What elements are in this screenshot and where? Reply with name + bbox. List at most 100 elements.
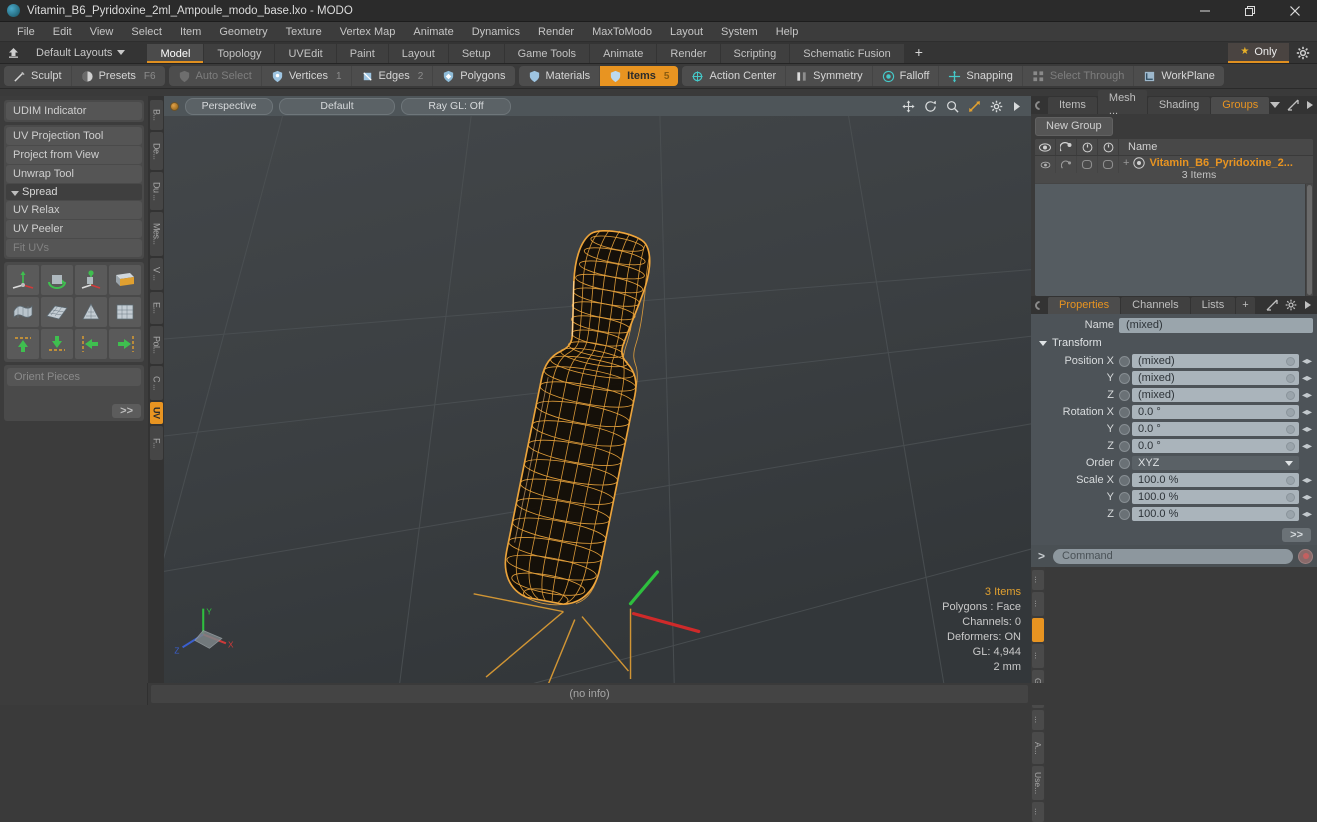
add-tab-button[interactable]: + [905, 44, 933, 63]
key-dot-icon[interactable] [1286, 373, 1295, 383]
menu-select[interactable]: Select [122, 23, 171, 41]
row-visible-toggle[interactable] [1035, 156, 1056, 173]
menu-system[interactable]: System [712, 23, 767, 41]
menu-help[interactable]: Help [767, 23, 808, 41]
key-dot-icon[interactable] [1286, 441, 1295, 451]
uv-cone-icon[interactable] [75, 297, 107, 327]
restore-icon[interactable] [1227, 0, 1272, 21]
select-through-button[interactable]: Select Through [1023, 66, 1135, 86]
minimize-icon[interactable] [1182, 0, 1227, 21]
tab-channels[interactable]: Channels [1121, 296, 1190, 314]
home-icon[interactable] [0, 46, 26, 59]
groups-scrollbar[interactable] [1305, 184, 1313, 296]
rotation-y-stepper[interactable]: ◂▸ [1299, 424, 1315, 435]
groups-table-body[interactable] [1035, 184, 1313, 296]
gear-icon[interactable] [990, 100, 1003, 113]
key-dot-icon[interactable] [1286, 509, 1295, 519]
chevron-right-icon[interactable] [1304, 300, 1312, 310]
menu-maxtomodo[interactable]: MaxToModo [583, 23, 661, 41]
viewport-menu-dot[interactable] [170, 101, 179, 111]
spread-section[interactable]: Spread [6, 184, 142, 200]
tab-setup[interactable]: Setup [448, 44, 504, 63]
uv-align-left-icon[interactable] [75, 329, 107, 359]
viewport-raygl-dropdown[interactable]: Ray GL: Off [401, 97, 511, 115]
rtab-9[interactable]: ... [1032, 802, 1044, 822]
zoom-icon[interactable] [946, 100, 959, 113]
tab-properties[interactable]: Properties [1048, 296, 1121, 314]
chevron-down-icon[interactable] [1270, 101, 1281, 109]
uv-grid-icon[interactable] [41, 297, 73, 327]
position-y-field[interactable]: (mixed) [1132, 371, 1299, 385]
scale-z-field[interactable]: 100.0 % [1132, 507, 1299, 521]
items-button[interactable]: Items 5 [600, 66, 679, 86]
position-x-stepper[interactable]: ◂▸ [1299, 356, 1315, 367]
rotation-y-field[interactable]: 0.0 ° [1132, 422, 1299, 436]
menu-geometry[interactable]: Geometry [210, 23, 276, 41]
expand-toggle[interactable]: + [1123, 157, 1129, 169]
rtab-active[interactable] [1032, 618, 1044, 642]
vtab-polygon[interactable]: Pol... [149, 326, 163, 364]
viewport-shading-dropdown[interactable]: Default [279, 97, 395, 115]
row-wireframe-toggle[interactable] [1098, 156, 1119, 173]
transform-section[interactable]: Transform [1031, 335, 1317, 352]
move-icon[interactable] [902, 99, 915, 113]
scale-x-field[interactable]: 100.0 % [1132, 473, 1299, 487]
rtab-animate[interactable]: A... [1032, 732, 1044, 764]
viewport-projection-dropdown[interactable]: Perspective [185, 97, 273, 115]
rotation-z-field[interactable]: 0.0 ° [1132, 439, 1299, 453]
position-z-stepper[interactable]: ◂▸ [1299, 390, 1315, 401]
udim-indicator[interactable]: UDIM Indicator [6, 102, 142, 120]
uv-relax[interactable]: UV Relax [6, 201, 142, 219]
layout-preset-dropdown[interactable]: Default Layouts [26, 47, 135, 59]
uv-flip-icon[interactable] [109, 265, 141, 295]
expand-icon[interactable] [1287, 99, 1299, 111]
tab-shading[interactable]: Shading [1147, 96, 1211, 114]
orient-pieces-field[interactable]: Orient Pieces [7, 368, 141, 386]
vtab-fusion[interactable]: F... [149, 426, 163, 460]
name-field[interactable]: (mixed) [1119, 317, 1313, 333]
rotation-z-radio[interactable] [1119, 440, 1130, 452]
table-row[interactable]: + Vitamin_B6_Pyridoxine_2... 3 Items [1035, 156, 1313, 184]
chevron-right-icon[interactable] [1012, 101, 1021, 112]
materials-button[interactable]: Materials [519, 66, 601, 86]
menu-item[interactable]: Item [171, 23, 210, 41]
scale-y-radio[interactable] [1119, 491, 1130, 503]
key-dot-icon[interactable] [1286, 407, 1295, 417]
key-dot-icon[interactable] [1286, 492, 1295, 502]
presets-button[interactable]: Presets F6 [72, 66, 165, 86]
new-group-button[interactable]: New Group [1035, 117, 1113, 136]
menu-texture[interactable]: Texture [277, 23, 331, 41]
tab-paint[interactable]: Paint [336, 44, 388, 63]
scale-z-radio[interactable] [1119, 508, 1130, 520]
uv-peeler[interactable]: UV Peeler [6, 220, 142, 238]
tab-game-tools[interactable]: Game Tools [504, 44, 590, 63]
edges-button[interactable]: Edges 2 [352, 66, 434, 86]
menu-vertex-map[interactable]: Vertex Map [331, 23, 405, 41]
key-dot-icon[interactable] [1286, 390, 1295, 400]
tab-layout[interactable]: Layout [388, 44, 448, 63]
tab-scripting[interactable]: Scripting [720, 44, 790, 63]
tab-groups[interactable]: Groups [1211, 96, 1270, 114]
vtab-curve[interactable]: C ... [149, 366, 163, 400]
chevron-right-icon[interactable] [1306, 100, 1314, 110]
auto-select-button[interactable]: Auto Select [169, 66, 262, 86]
panel-menu-icon[interactable] [1033, 98, 1046, 112]
tab-animate[interactable]: Animate [590, 44, 657, 63]
position-y-radio[interactable] [1119, 372, 1130, 384]
key-dot-icon[interactable] [1286, 475, 1295, 485]
command-input[interactable]: Command [1053, 548, 1293, 564]
key-dot-icon[interactable] [1286, 356, 1295, 366]
vtab-uv[interactable]: UV [149, 402, 163, 424]
vtab-edge[interactable]: E... [149, 292, 163, 324]
position-z-radio[interactable] [1119, 389, 1130, 401]
tab-lists[interactable]: Lists [1190, 296, 1236, 314]
scale-z-stepper[interactable]: ◂▸ [1299, 509, 1315, 520]
gear-icon[interactable] [1289, 42, 1317, 63]
project-from-view[interactable]: Project from View [6, 146, 142, 164]
order-dropdown[interactable]: XYZ [1132, 456, 1299, 470]
rotation-x-radio[interactable] [1119, 406, 1130, 418]
action-center-button[interactable]: Action Center [682, 66, 787, 86]
position-y-stepper[interactable]: ◂▸ [1299, 373, 1315, 384]
tab-items[interactable]: Items [1048, 96, 1097, 114]
fit-icon[interactable] [968, 100, 981, 113]
